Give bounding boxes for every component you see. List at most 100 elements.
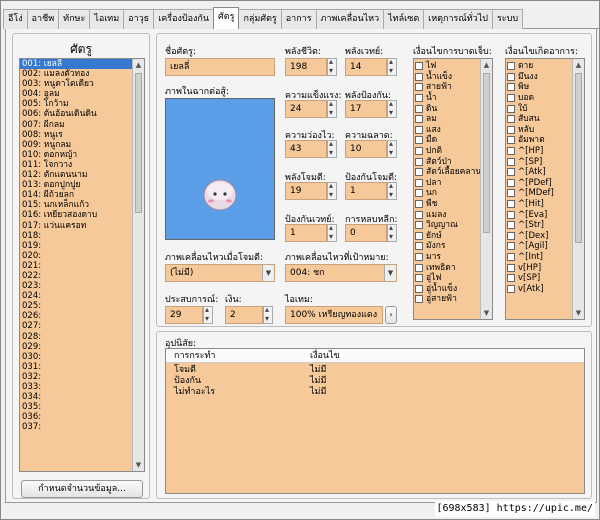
enemy-list-item[interactable]: 008: หนูเร bbox=[20, 130, 144, 140]
enemy-list-item[interactable]: 005: โกว้าม bbox=[20, 99, 144, 109]
int-spinner[interactable] bbox=[387, 139, 397, 158]
gold-spinner[interactable] bbox=[263, 305, 273, 324]
checkbox[interactable] bbox=[415, 72, 423, 81]
enemy-list-item[interactable]: 021: bbox=[20, 261, 144, 271]
tab-8[interactable]: อาการ bbox=[280, 9, 317, 29]
mp-spinner[interactable] bbox=[387, 57, 397, 76]
action-table[interactable]: การกระทำ เงื่อนไข โจมตี ไม่มี ป้องกัน ไม่มี… bbox=[165, 348, 585, 494]
enemy-list-item[interactable]: 028: bbox=[20, 332, 144, 342]
checkbox[interactable] bbox=[507, 274, 515, 283]
scroll-thumb[interactable] bbox=[483, 73, 490, 233]
item-field[interactable]: 100% เหรียญทองแดง bbox=[285, 306, 383, 324]
checkbox[interactable] bbox=[507, 284, 515, 293]
checkbox[interactable] bbox=[507, 231, 515, 240]
enemy-list-item[interactable]: 033: bbox=[20, 382, 144, 392]
checkbox[interactable] bbox=[507, 115, 515, 124]
enemy-list-item[interactable]: 035: bbox=[20, 402, 144, 412]
tab-7[interactable]: กลุ่มศัตรู bbox=[238, 9, 282, 29]
chevron-down-icon[interactable]: ▼ bbox=[262, 265, 274, 281]
enemy-list-item[interactable]: 017: แว่นแครอท bbox=[20, 221, 144, 231]
checkbox[interactable] bbox=[415, 189, 423, 198]
checkbox[interactable] bbox=[415, 274, 423, 283]
enemy-list-item[interactable]: 009: หนูกลม bbox=[20, 140, 144, 150]
checkbox[interactable] bbox=[415, 231, 423, 240]
checkbox[interactable] bbox=[507, 168, 515, 177]
enemy-list-item[interactable]: 032: bbox=[20, 372, 144, 382]
checkbox[interactable] bbox=[507, 157, 515, 166]
element-listbox[interactable]: ไฟ น้ำแข็ง สายฟ้า น้ำ ดิน ลม แสง มืด ปกติ สัตว์ป่… bbox=[413, 58, 493, 320]
power-field[interactable]: 19 bbox=[285, 182, 327, 200]
battler-image-preview[interactable] bbox=[165, 98, 275, 240]
enemy-list-item[interactable]: 015: นกเหล็กแก้ว bbox=[20, 200, 144, 210]
checkbox[interactable] bbox=[415, 62, 423, 71]
target-anim-select[interactable]: 004: ชก ▼ bbox=[285, 264, 397, 282]
checkbox[interactable] bbox=[415, 94, 423, 103]
checkbox[interactable] bbox=[507, 221, 515, 230]
enemy-list-item[interactable]: 020: bbox=[20, 251, 144, 261]
checkbox[interactable] bbox=[507, 83, 515, 92]
atk-field[interactable]: 24 bbox=[285, 100, 327, 118]
pdef-field[interactable]: 1 bbox=[345, 182, 387, 200]
checkbox[interactable] bbox=[415, 83, 423, 92]
checkbox[interactable] bbox=[415, 252, 423, 261]
item-select-button[interactable]: › bbox=[385, 306, 397, 324]
checkbox[interactable] bbox=[415, 200, 423, 209]
enemy-list-item[interactable]: 023: bbox=[20, 281, 144, 291]
checkbox[interactable] bbox=[507, 210, 515, 219]
checkbox[interactable] bbox=[415, 157, 423, 166]
checkbox[interactable] bbox=[507, 147, 515, 156]
enemy-list-item[interactable]: 027: bbox=[20, 321, 144, 331]
scroll-down-icon[interactable]: ▼ bbox=[573, 307, 584, 319]
enemy-list-item[interactable]: 014: ผีถ้วยลก bbox=[20, 190, 144, 200]
scroll-down-icon[interactable]: ▼ bbox=[133, 459, 144, 471]
tab-4[interactable]: อาวุธ bbox=[123, 9, 155, 29]
enemy-list-item[interactable]: 022: bbox=[20, 271, 144, 281]
checkbox[interactable] bbox=[415, 263, 423, 272]
tab-2[interactable]: ทักษะ bbox=[58, 9, 91, 29]
set-count-button[interactable]: กำหนดจำนวนข้อมูล... bbox=[21, 480, 143, 498]
name-field[interactable]: เยลลี่ bbox=[165, 58, 275, 76]
int-field[interactable]: 10 bbox=[345, 140, 387, 158]
checkbox[interactable] bbox=[507, 125, 515, 134]
def-spinner[interactable] bbox=[387, 99, 397, 118]
enemy-list-item[interactable]: 012: ตักแตนนาม bbox=[20, 170, 144, 180]
enemy-list-item[interactable]: 037: bbox=[20, 422, 144, 432]
tab-1[interactable]: อาชีพ bbox=[26, 9, 60, 29]
scroll-thumb[interactable] bbox=[135, 73, 142, 213]
hp-field[interactable]: 198 bbox=[285, 58, 327, 76]
gold-field[interactable]: 2 bbox=[225, 306, 263, 324]
checkbox[interactable] bbox=[507, 62, 515, 71]
atk-spinner[interactable] bbox=[327, 99, 337, 118]
attacker-anim-select[interactable]: (ไม่มี) ▼ bbox=[165, 264, 275, 282]
pdef-spinner[interactable] bbox=[387, 181, 397, 200]
checkbox[interactable] bbox=[415, 284, 423, 293]
enemy-list-item[interactable]: 002: แมลงตัวทอง bbox=[20, 69, 144, 79]
table-row[interactable]: ป้องกัน ไม่มี bbox=[166, 376, 584, 387]
checkbox[interactable] bbox=[507, 136, 515, 145]
scroll-up-icon[interactable]: ▲ bbox=[481, 59, 492, 71]
enemy-list-item[interactable]: 024: bbox=[20, 291, 144, 301]
eva-spinner[interactable] bbox=[387, 223, 397, 242]
checkbox[interactable] bbox=[507, 94, 515, 103]
tab-11[interactable]: เหตุการณ์ทั่วไป bbox=[423, 9, 493, 29]
agi-spinner[interactable] bbox=[327, 139, 337, 158]
exp-spinner[interactable] bbox=[203, 305, 213, 324]
tab-9[interactable]: ภาพเคลื่อนไหว bbox=[315, 9, 385, 29]
enemy-list-item[interactable]: 013: ดอกปูกปูย bbox=[20, 180, 144, 190]
checkbox[interactable] bbox=[415, 210, 423, 219]
checkbox[interactable] bbox=[415, 147, 423, 156]
checkbox[interactable] bbox=[415, 168, 423, 177]
tab-3[interactable]: ไอเทม bbox=[89, 9, 125, 29]
mp-field[interactable]: 14 bbox=[345, 58, 387, 76]
checkbox[interactable] bbox=[507, 263, 515, 272]
scroll-thumb[interactable] bbox=[575, 73, 582, 243]
checkbox[interactable] bbox=[507, 242, 515, 251]
enemy-list-item[interactable]: 010: ดอกหญ้า bbox=[20, 150, 144, 160]
checkbox[interactable] bbox=[507, 178, 515, 187]
def-field[interactable]: 17 bbox=[345, 100, 387, 118]
tab-5[interactable]: เครื่องป้องกัน bbox=[153, 9, 215, 29]
checkbox[interactable] bbox=[415, 115, 423, 124]
checkbox[interactable] bbox=[507, 200, 515, 209]
enemy-list-item[interactable]: 034: bbox=[20, 392, 144, 402]
enemy-list-item[interactable]: 031: bbox=[20, 362, 144, 372]
